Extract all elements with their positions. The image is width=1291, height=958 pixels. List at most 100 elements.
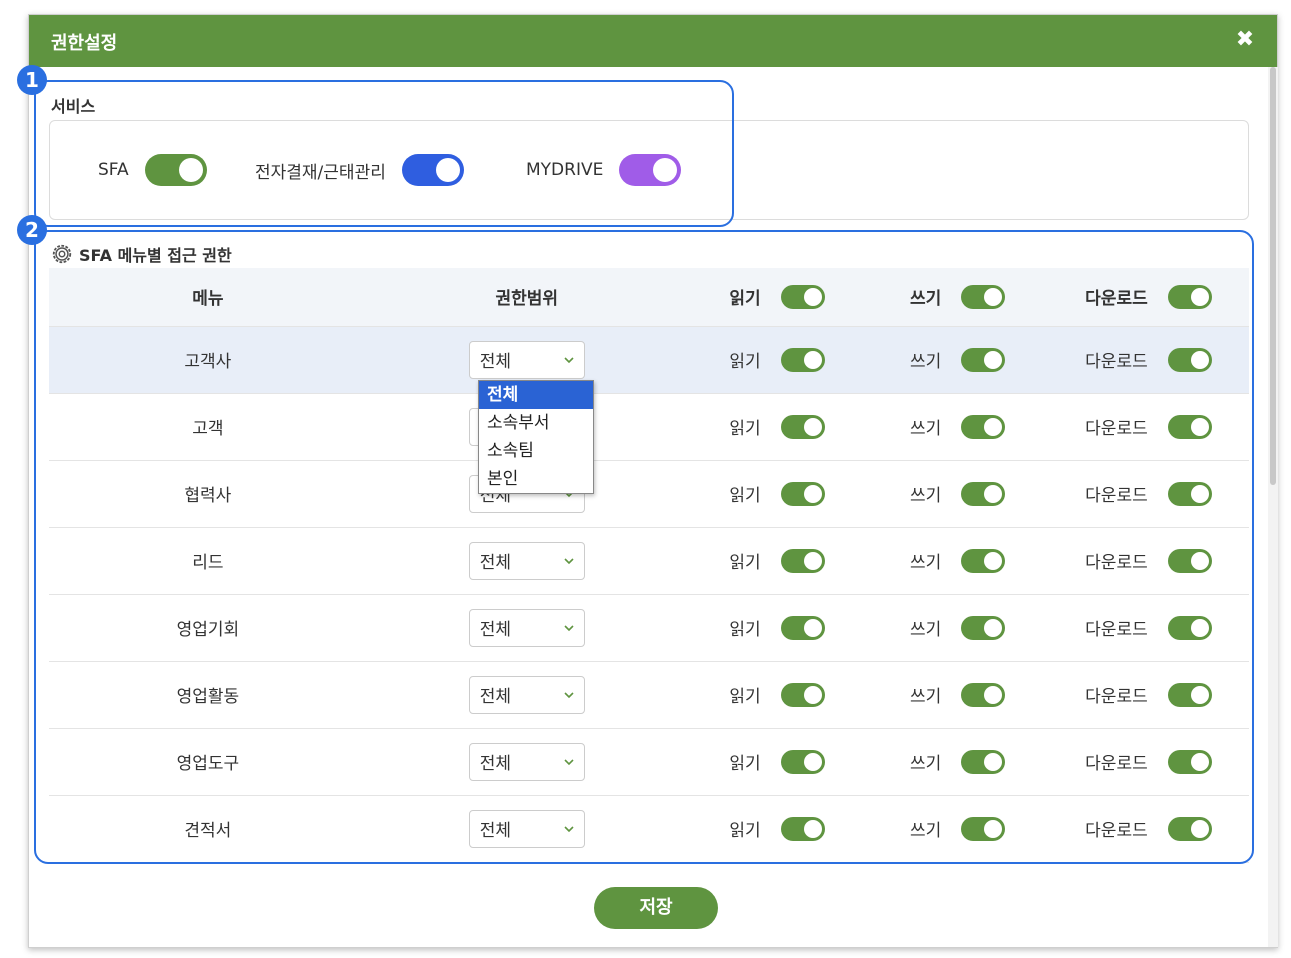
table-row: 영업활동 전체 읽기 쓰기 다운로드 <box>49 661 1249 729</box>
write-all-toggle[interactable] <box>961 284 1006 309</box>
service-sfa-toggle[interactable] <box>144 154 207 186</box>
download-toggle[interactable] <box>1167 347 1212 372</box>
permission-table: 메뉴 권한범위 읽기 쓰기 다운로드 고객사전체읽기쓰기다운로드고객전체읽기쓰기… <box>49 268 1249 863</box>
download-label: 다운로드 <box>1085 486 1148 506</box>
toggle-knob <box>1190 350 1209 369</box>
read-toggle[interactable] <box>780 615 825 640</box>
chevron-down-icon <box>564 825 574 832</box>
toggle-knob <box>984 685 1003 704</box>
read-toggle[interactable] <box>780 414 825 439</box>
download-all-toggle[interactable] <box>1167 284 1212 309</box>
write-cell: 쓰기 <box>867 527 1048 595</box>
toggle-knob <box>984 417 1003 436</box>
write-toggle[interactable] <box>961 749 1006 774</box>
table-row: 리드 전체 읽기 쓰기 다운로드 <box>49 527 1249 595</box>
header-download-label: 다운로드 <box>1085 289 1148 310</box>
chevron-down-icon <box>564 758 574 765</box>
scope-option-department[interactable]: 소속부서 <box>479 409 593 437</box>
services-box: SFA 전자결재/근태관리 MYDRIVE <box>49 120 1249 220</box>
scope-select[interactable]: 전체 <box>468 340 585 379</box>
scope-option-team[interactable]: 소속팀 <box>479 437 593 465</box>
scrollbar-thumb[interactable] <box>1270 67 1276 485</box>
save-button[interactable]: 저장 <box>594 887 718 929</box>
scope-option-all[interactable]: 전체 <box>479 381 593 409</box>
table-row: 고객사 전체 읽기 쓰기 다운로드 <box>49 326 1249 394</box>
scope-select[interactable]: 전체 <box>468 809 585 848</box>
service-mydrive-toggle[interactable] <box>619 154 682 186</box>
scope-option-self[interactable]: 본인 <box>479 465 593 493</box>
scope-select-value: 전체 <box>479 754 512 774</box>
scope-cell: 전체 <box>366 728 687 796</box>
toggle-knob <box>1190 618 1209 637</box>
write-toggle[interactable] <box>961 682 1006 707</box>
write-cell: 쓰기 <box>867 594 1048 662</box>
toggle-knob <box>984 752 1003 771</box>
toggle-knob <box>435 158 460 182</box>
read-cell: 읽기 <box>686 594 868 662</box>
toggle-knob <box>803 551 822 570</box>
write-toggle[interactable] <box>961 347 1006 372</box>
write-toggle[interactable] <box>961 414 1006 439</box>
download-cell: 다운로드 <box>1047 460 1249 528</box>
header-scope: 권한범위 <box>366 268 687 327</box>
write-label: 쓰기 <box>909 821 942 841</box>
download-toggle[interactable] <box>1167 548 1212 573</box>
write-cell: 쓰기 <box>867 661 1048 729</box>
service-sfa: SFA <box>98 154 207 186</box>
toggle-knob <box>1190 685 1209 704</box>
read-label: 읽기 <box>729 687 761 707</box>
download-toggle[interactable] <box>1167 615 1212 640</box>
header-menu: 메뉴 <box>49 268 367 327</box>
write-toggle[interactable] <box>961 615 1006 640</box>
write-label: 쓰기 <box>909 620 942 640</box>
write-toggle[interactable] <box>961 816 1006 841</box>
table-header-row: 메뉴 권한범위 읽기 쓰기 다운로드 <box>49 268 1249 327</box>
download-toggle[interactable] <box>1167 749 1212 774</box>
download-toggle[interactable] <box>1167 816 1212 841</box>
read-toggle[interactable] <box>780 481 825 506</box>
scope-select[interactable]: 전체 <box>468 541 585 580</box>
read-label: 읽기 <box>729 620 761 640</box>
download-toggle[interactable] <box>1167 481 1212 506</box>
read-all-toggle[interactable] <box>780 284 825 309</box>
write-toggle[interactable] <box>961 481 1006 506</box>
service-approval: 전자결재/근태관리 <box>255 154 464 186</box>
write-toggle[interactable] <box>961 548 1006 573</box>
close-icon[interactable]: ✖ <box>1233 28 1257 52</box>
menu-name: 고객사 <box>49 326 367 394</box>
toggle-knob <box>803 819 822 838</box>
read-toggle[interactable] <box>780 347 825 372</box>
scrollbar[interactable] <box>1268 67 1278 947</box>
read-toggle[interactable] <box>780 548 825 573</box>
download-toggle[interactable] <box>1167 414 1212 439</box>
service-mydrive: MYDRIVE <box>526 154 682 186</box>
read-toggle[interactable] <box>780 682 825 707</box>
scope-select[interactable]: 전체 <box>468 675 585 714</box>
scope-select[interactable]: 전체 <box>468 608 585 647</box>
service-approval-toggle[interactable] <box>401 154 464 186</box>
write-cell: 쓰기 <box>867 728 1048 796</box>
toggle-knob <box>803 287 822 306</box>
toggle-knob <box>984 287 1003 306</box>
toggle-knob <box>1190 287 1209 306</box>
scope-cell: 전체 <box>366 795 687 863</box>
toggle-knob <box>984 350 1003 369</box>
read-toggle[interactable] <box>780 816 825 841</box>
read-toggle[interactable] <box>780 749 825 774</box>
toggle-knob <box>803 417 822 436</box>
download-label: 다운로드 <box>1085 620 1148 640</box>
gear-icon <box>52 244 72 264</box>
table-row: 영업기회 전체 읽기 쓰기 다운로드 <box>49 594 1249 662</box>
header-write: 쓰기 <box>867 268 1048 327</box>
toggle-knob <box>984 618 1003 637</box>
download-toggle[interactable] <box>1167 682 1212 707</box>
read-cell: 읽기 <box>686 795 868 863</box>
read-label: 읽기 <box>729 553 761 573</box>
modal-header: 권한설정 ✖ <box>29 15 1277 67</box>
header-download: 다운로드 <box>1047 268 1249 327</box>
menu-name: 영업활동 <box>49 661 367 729</box>
scope-select[interactable]: 전체 <box>468 742 585 781</box>
write-cell: 쓰기 <box>867 795 1048 863</box>
header-read-label: 읽기 <box>729 289 761 310</box>
scope-select-value: 전체 <box>479 821 512 841</box>
